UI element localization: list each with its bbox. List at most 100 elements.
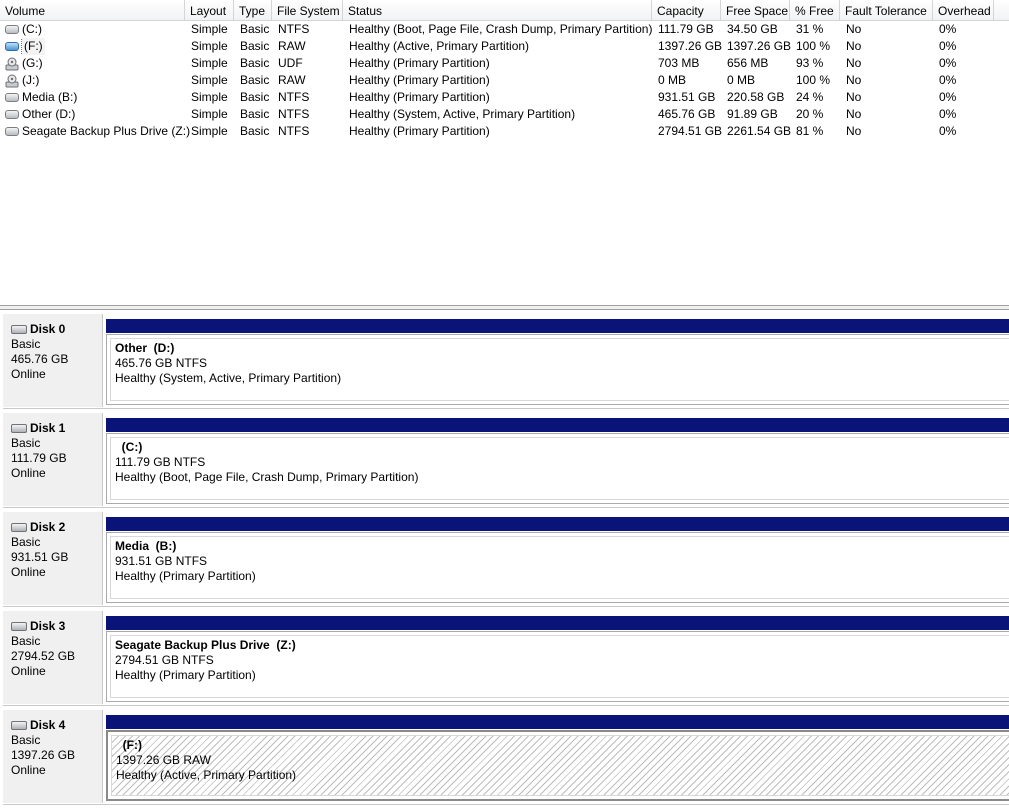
disk-name: Disk 4	[30, 718, 66, 732]
partition-status: Healthy (Primary Partition)	[115, 569, 256, 583]
partition-status: Healthy (System, Active, Primary Partiti…	[115, 371, 342, 385]
partition-bar	[106, 616, 1009, 630]
disk-name: Disk 0	[30, 322, 66, 336]
disk-label[interactable]: Disk 1 Basic 111.79 GB Online	[3, 413, 103, 506]
partition-block[interactable]: Other (D:) 465.76 GB NTFS Healthy (Syste…	[105, 319, 1009, 407]
cell-fault-tolerance: No	[846, 73, 862, 87]
partition-size: 1397.26 GB RAW	[116, 753, 211, 767]
partition-details: Other (D:) 465.76 GB NTFS Healthy (Syste…	[110, 338, 1009, 401]
column-header-capacity[interactable]: Capacity	[652, 0, 721, 20]
cell-capacity: 2794.51 GB	[658, 124, 723, 138]
volume-row[interactable]: (G:) Simple Basic UDF Healthy (Primary Parti…	[0, 55, 1009, 72]
partition-name: Media (B:)	[115, 539, 177, 553]
cell-status: Healthy (Active, Primary Partition)	[349, 39, 530, 53]
hard-drive-icon	[5, 25, 19, 34]
volume-name: (C:)	[22, 22, 42, 36]
cell-file-system: RAW	[278, 39, 306, 53]
partition-name: Other (D:)	[115, 341, 175, 355]
cell-layout: Simple	[191, 90, 228, 104]
cell-type: Basic	[240, 56, 270, 70]
disk-title: Disk 3	[11, 619, 102, 634]
cell-volume: (C:)	[0, 21, 42, 38]
column-header-fault-tolerance[interactable]: Fault Tolerance	[840, 0, 933, 20]
cell-volume: (F:)	[0, 38, 45, 55]
disk-size: 2794.52 GB	[11, 649, 76, 663]
partition-bar	[106, 517, 1009, 531]
disk-size: 1397.26 GB	[11, 748, 76, 762]
disk-row-4: Disk 4 Basic 1397.26 GB Online (F:) 1397…	[0, 706, 1009, 805]
disk-type: Basic	[11, 535, 41, 549]
column-header-free-space[interactable]: Free Space	[721, 0, 790, 20]
disk-label[interactable]: Disk 3 Basic 2794.52 GB Online	[3, 611, 103, 704]
partition-block[interactable]: Seagate Backup Plus Drive (Z:) 2794.51 G…	[105, 616, 1009, 704]
cell-capacity: 0 MB	[658, 73, 687, 87]
volume-row[interactable]: (F:) Simple Basic RAW Healthy (Active, Prima…	[0, 38, 1009, 55]
column-header-file-system[interactable]: File System	[272, 0, 343, 20]
hard-drive-icon	[5, 127, 19, 136]
cell-percent-free: 24 %	[796, 90, 824, 104]
disk-size: 931.51 GB	[11, 550, 69, 564]
disk-icon	[11, 622, 27, 631]
volume-row[interactable]: Media (B:) Simple Basic NTFS Healthy (Primar…	[0, 89, 1009, 106]
partition-details: Media (B:) 931.51 GB NTFS Healthy (Prima…	[110, 536, 1009, 599]
column-header-status[interactable]: Status	[343, 0, 652, 20]
partition-size: 931.51 GB NTFS	[115, 554, 208, 568]
disk-label[interactable]: Disk 0 Basic 465.76 GB Online	[3, 314, 103, 407]
cell-volume: Seagate Backup Plus Drive (Z:)	[0, 123, 190, 140]
column-header-percent-free[interactable]: % Free	[790, 0, 840, 20]
disk-name: Disk 1	[30, 421, 66, 435]
partition-bar	[106, 319, 1009, 333]
volume-name: Other (D:)	[22, 107, 76, 121]
cell-volume: (J:)	[0, 72, 39, 89]
disk-name: Disk 3	[30, 619, 66, 633]
cell-file-system: NTFS	[278, 90, 310, 104]
cell-layout: Simple	[191, 39, 228, 53]
partition-block[interactable]: (F:) 1397.26 GB RAW Healthy (Active, Pri…	[105, 715, 1009, 803]
volume-name: (G:)	[22, 56, 43, 70]
column-header-row: Volume Layout Type File System Status Ca…	[0, 0, 1009, 21]
cd-drive-icon	[5, 57, 19, 71]
disk-state: Online	[11, 466, 46, 480]
disk-type: Basic	[11, 337, 41, 351]
cell-capacity: 931.51 GB	[658, 90, 716, 104]
partition-block[interactable]: (C:) 111.79 GB NTFS Healthy (Boot, Page …	[105, 418, 1009, 506]
cell-status: Healthy (Boot, Page File, Crash Dump, Pr…	[349, 22, 653, 36]
cell-overhead: 0%	[939, 90, 957, 104]
partition-details: (C:) 111.79 GB NTFS Healthy (Boot, Page …	[110, 437, 1009, 500]
disk-icon	[11, 325, 27, 334]
partition-body: Media (B:) 931.51 GB NTFS Healthy (Prima…	[106, 532, 1009, 603]
column-header-overhead[interactable]: Overhead	[933, 0, 994, 20]
disk-state: Online	[11, 367, 46, 381]
cell-file-system: NTFS	[278, 107, 310, 121]
volume-row[interactable]: (C:) Simple Basic NTFS Healthy (Boot, Page F…	[0, 21, 1009, 38]
disk-type: Basic	[11, 634, 41, 648]
partition-status: Healthy (Boot, Page File, Crash Dump, Pr…	[115, 470, 419, 484]
cell-capacity: 703 MB	[658, 56, 700, 70]
cell-volume: (G:)	[0, 55, 43, 72]
cell-overhead: 0%	[939, 22, 957, 36]
column-header-type[interactable]: Type	[234, 0, 272, 20]
cell-status: Healthy (System, Active, Primary Partiti…	[349, 107, 576, 121]
partition-details: (F:) 1397.26 GB RAW Healthy (Active, Pri…	[111, 735, 1009, 796]
cell-type: Basic	[240, 22, 270, 36]
cell-fault-tolerance: No	[846, 124, 862, 138]
disk-icon	[11, 424, 27, 433]
volume-row[interactable]: (J:) Simple Basic RAW Healthy (Primary Parti…	[0, 72, 1009, 89]
cell-capacity: 111.79 GB	[658, 22, 714, 36]
partition-body: Seagate Backup Plus Drive (Z:) 2794.51 G…	[106, 631, 1009, 702]
partition-size: 2794.51 GB NTFS	[115, 653, 214, 667]
cell-type: Basic	[240, 73, 270, 87]
disk-label[interactable]: Disk 2 Basic 931.51 GB Online	[3, 512, 103, 605]
disk-size: 465.76 GB	[11, 352, 69, 366]
disk-row-1: Disk 1 Basic 111.79 GB Online (C:) 111.7…	[0, 409, 1009, 508]
partition-block[interactable]: Media (B:) 931.51 GB NTFS Healthy (Prima…	[105, 517, 1009, 605]
partition-details: Seagate Backup Plus Drive (Z:) 2794.51 G…	[110, 635, 1009, 698]
hard-drive-icon	[5, 93, 19, 102]
volume-row[interactable]: Seagate Backup Plus Drive (Z:) Simple Basi…	[0, 123, 1009, 140]
column-header-layout[interactable]: Layout	[185, 0, 234, 20]
disk-label[interactable]: Disk 4 Basic 1397.26 GB Online	[3, 710, 103, 803]
column-header-volume[interactable]: Volume	[0, 0, 185, 20]
cell-layout: Simple	[191, 124, 228, 138]
partition-size: 111.79 GB NTFS	[115, 455, 206, 469]
volume-row[interactable]: Other (D:) Simple Basic NTFS Healthy (System…	[0, 106, 1009, 123]
